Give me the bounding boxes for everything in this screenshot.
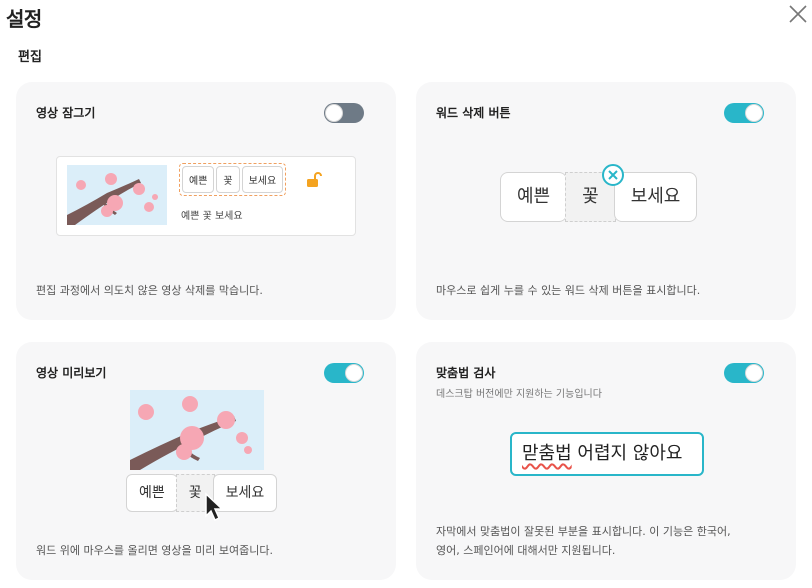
card-word-delete: 워드 삭제 버튼 예쁜 꽃 보세요 마우스로 쉽게 누를 수 있는 워드 삭제 … [416,82,796,320]
card-title: 워드 삭제 버튼 [436,106,511,120]
card-subtitle: 데스크탑 버전에만 지원하는 기능입니다 [436,389,602,400]
card-title: 영상 미리보기 [36,366,107,380]
card-description-line: 영어, 스페인어에 대해서만 지원됩니다. [436,544,616,557]
preview-word-chips: 예쁜 꽃 보세요 [126,474,278,512]
blossom-thumbnail [67,165,167,225]
word-delete-toggle[interactable] [724,103,764,123]
card-description-line: 자막에서 맞춤법이 잘못된 부분을 표시합니다. 이 기능은 한국어, [436,525,731,538]
word-chip[interactable]: 꽃 [216,166,240,193]
video-preview-toggle[interactable] [324,363,364,383]
word-chip[interactable]: 예쁜 [500,172,568,222]
card-description: 편집 과정에서 의도치 않은 영상 삭제를 막습니다. [36,284,263,297]
video-lock-toggle[interactable] [324,103,364,123]
card-description: 마우스로 쉽게 누를 수 있는 워드 삭제 버튼을 표시합니다. [436,284,701,297]
section-title: 편집 [18,50,42,65]
delete-word-chips: 예쁜 꽃 보세요 [500,172,698,222]
card-title: 영상 잠그기 [36,106,96,120]
close-icon [789,5,807,23]
page-title: 설정 [6,7,42,31]
lock-preview: 예쁜 꽃 보세요 예쁜 꽃 보세요 [56,156,356,236]
close-button[interactable] [788,4,808,24]
mouse-pointer-icon [204,492,226,526]
subtitle-caption: 예쁜 꽃 보세요 [181,211,243,222]
card-video-preview: 영상 미리보기 예쁜 꽃 보세요 워드 위에 마우스를 올리면 영상을 미리 보… [16,342,396,580]
word-chip[interactable]: 보세요 [241,166,284,193]
spellcheck-sample: 맏춤법 어렵지 않아요 [510,432,704,476]
card-description: 자막에서 맞춤법이 잘못된 부분을 표시합니다. 이 기능은 한국어, 영어, … [436,522,731,560]
unlock-icon[interactable] [305,171,323,193]
close-icon [608,170,618,180]
card-description: 워드 위에 마우스를 올리면 영상을 미리 보여줍니다. [36,544,273,557]
card-video-lock: 영상 잠그기 예쁜 꽃 보세요 예쁜 꽃 보세요 편집 과정에서 의도치 않은 … [16,82,396,320]
sample-text: 어렵지 않아요 [571,443,683,464]
word-chip[interactable]: 예쁜 [126,474,178,512]
word-chip[interactable]: 예쁜 [182,166,215,193]
card-title: 맞춤법 검사 [436,366,496,380]
spellcheck-toggle[interactable] [724,363,764,383]
word-delete-button[interactable] [602,164,624,186]
lock-word-chips: 예쁜 꽃 보세요 [179,163,287,196]
word-chip[interactable]: 보세요 [613,172,698,222]
card-spellcheck: 맞춤법 검사 데스크탑 버전에만 지원하는 기능입니다 맏춤법 어렵지 않아요 … [416,342,796,580]
misspelled-word: 맏춤법 [522,443,572,464]
preview-video-thumbnail [130,390,264,470]
